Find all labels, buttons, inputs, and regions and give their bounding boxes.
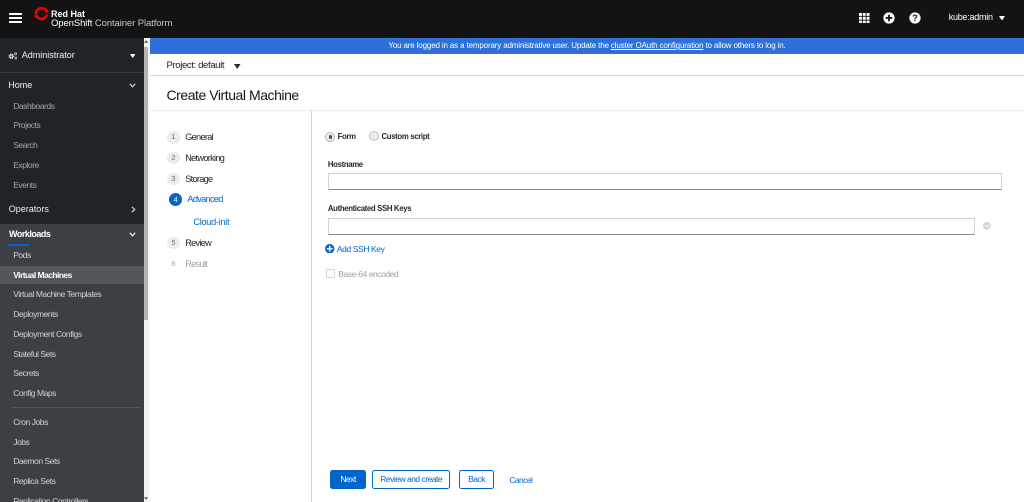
svg-text:?: ? <box>913 13 919 23</box>
